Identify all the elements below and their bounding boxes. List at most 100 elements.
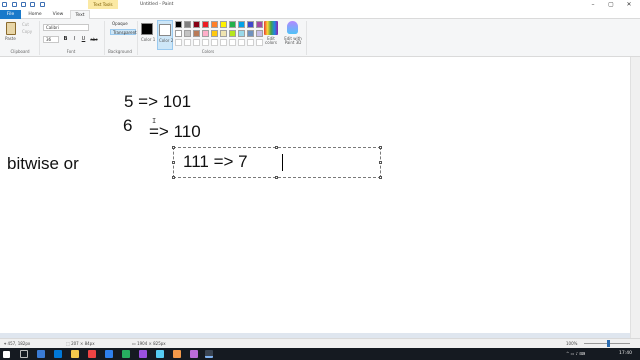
font-family-select[interactable]: Calibri <box>43 24 89 31</box>
font-group-label: Font <box>66 49 76 54</box>
app-icon[interactable] <box>156 350 164 358</box>
drawing-canvas[interactable]: 5 => 101 6 => 110 bitwise or I 111 => 7 <box>0 57 630 333</box>
search-icon[interactable] <box>20 350 28 358</box>
cursor-position: ⌖ 457, 182px <box>4 341 31 346</box>
palette-swatch[interactable] <box>175 21 182 28</box>
paste-label[interactable]: Paste <box>5 36 16 41</box>
title-bar: Text Tools Untitled - Paint – ▢ ✕ <box>0 0 640 10</box>
palette-swatch[interactable] <box>247 30 254 37</box>
app-icon[interactable] <box>139 350 147 358</box>
background-group-label: Background <box>108 49 132 54</box>
resize-handle[interactable] <box>275 176 278 179</box>
app-icon[interactable] <box>122 350 130 358</box>
palette-swatch[interactable] <box>184 30 191 37</box>
app-icon[interactable] <box>190 350 198 358</box>
cut-button[interactable]: Cut <box>22 22 29 27</box>
palette-swatch[interactable] <box>238 30 245 37</box>
custom-swatch[interactable] <box>211 39 218 46</box>
italic-button[interactable]: I <box>71 36 78 43</box>
active-text-box[interactable]: 111 => 7 <box>172 146 382 179</box>
palette-swatch[interactable] <box>220 30 227 37</box>
color-1-button[interactable]: Color 1 <box>139 20 155 50</box>
custom-swatch[interactable] <box>184 39 191 46</box>
custom-swatch[interactable] <box>175 39 182 46</box>
paint-3d-icon[interactable] <box>287 21 298 34</box>
clipboard-group-label: Clipboard <box>10 49 30 54</box>
palette-swatch[interactable] <box>229 30 236 37</box>
bold-button[interactable]: B <box>62 36 69 43</box>
vertical-scrollbar[interactable] <box>630 57 640 338</box>
palette-swatch[interactable] <box>184 21 191 28</box>
app-icon[interactable] <box>88 350 96 358</box>
paste-icon[interactable] <box>6 22 16 35</box>
tab-text[interactable]: Text <box>70 10 90 19</box>
window-title: Untitled - Paint <box>140 2 174 7</box>
file-explorer-icon[interactable] <box>71 350 79 358</box>
color-1-swatch <box>141 23 153 35</box>
palette-swatch[interactable] <box>256 21 263 28</box>
edit-colors-icon[interactable] <box>264 21 278 35</box>
resize-handle[interactable] <box>275 146 278 149</box>
colors-group-label: Colors <box>201 49 215 54</box>
underline-button[interactable]: U <box>80 36 87 43</box>
ribbon-tabs: File Home View Text <box>0 10 640 19</box>
zoom-slider-thumb[interactable] <box>607 340 610 347</box>
custom-swatch[interactable] <box>229 39 236 46</box>
palette-swatch[interactable] <box>193 30 200 37</box>
edge-icon[interactable] <box>54 350 62 358</box>
system-tray: ^ ▭ ♪ ⌨ <box>566 351 586 356</box>
canvas-text-line-2-result: => 110 <box>149 122 201 141</box>
edit-with-paint3d-label[interactable]: Edit with Paint 3D <box>282 37 304 45</box>
resize-handle[interactable] <box>172 161 175 164</box>
start-icon[interactable] <box>3 351 10 358</box>
palette-swatch[interactable] <box>211 21 218 28</box>
close-button[interactable]: ✕ <box>620 0 638 10</box>
edit-colors-label[interactable]: Edit colors <box>262 37 280 45</box>
palette-swatch[interactable] <box>220 21 227 28</box>
undo-icon[interactable] <box>21 2 26 7</box>
paint-taskbar-icon[interactable] <box>205 350 213 358</box>
opaque-option[interactable]: Opaque <box>110 21 136 27</box>
custom-swatch[interactable] <box>220 39 227 46</box>
palette-swatch[interactable] <box>229 21 236 28</box>
maximize-button[interactable]: ▢ <box>602 0 620 10</box>
custom-swatch[interactable] <box>256 39 263 46</box>
app-icon[interactable] <box>105 350 113 358</box>
palette-swatch[interactable] <box>256 30 263 37</box>
image-size: ▭ 1904 × 825px <box>132 341 166 346</box>
palette-swatch[interactable] <box>202 21 209 28</box>
transparent-option[interactable]: Transparent <box>110 29 137 35</box>
resize-handle[interactable] <box>172 176 175 179</box>
tab-home[interactable]: Home <box>25 10 45 19</box>
custom-swatch[interactable] <box>202 39 209 46</box>
palette-swatch[interactable] <box>211 30 218 37</box>
status-bar: ⌖ 457, 182px ⬚ 207 × 84px ▭ 1904 × 825px… <box>0 338 640 348</box>
tab-view[interactable]: View <box>48 10 68 19</box>
custom-swatch[interactable] <box>247 39 254 46</box>
palette-swatch[interactable] <box>247 21 254 28</box>
resize-handle[interactable] <box>379 146 382 149</box>
task-view-icon[interactable] <box>37 350 45 358</box>
redo-icon[interactable] <box>30 2 35 7</box>
selection-size: ⬚ 207 × 84px <box>66 341 95 346</box>
font-size-select[interactable]: 36 <box>43 36 59 43</box>
resize-handle[interactable] <box>172 146 175 149</box>
resize-handle[interactable] <box>379 161 382 164</box>
app-icon[interactable] <box>173 350 181 358</box>
color-2-button[interactable]: Color 2 <box>157 20 173 50</box>
copy-button[interactable]: Copy <box>22 29 32 34</box>
save-icon[interactable] <box>12 2 17 7</box>
tab-file[interactable]: File <box>0 10 21 19</box>
canvas-text-line-1: 5 => 101 <box>124 92 192 111</box>
custom-swatch[interactable] <box>193 39 200 46</box>
custom-swatch[interactable] <box>238 39 245 46</box>
text-box-content[interactable]: 111 => 7 <box>183 152 248 172</box>
palette-swatch[interactable] <box>202 30 209 37</box>
strikethrough-button[interactable]: abc <box>89 36 99 43</box>
palette-swatch[interactable] <box>175 30 182 37</box>
palette-swatch[interactable] <box>193 21 200 28</box>
customize-toolbar-icon[interactable] <box>40 2 45 7</box>
resize-handle[interactable] <box>379 176 382 179</box>
minimize-button[interactable]: – <box>584 0 602 10</box>
palette-swatch[interactable] <box>238 21 245 28</box>
